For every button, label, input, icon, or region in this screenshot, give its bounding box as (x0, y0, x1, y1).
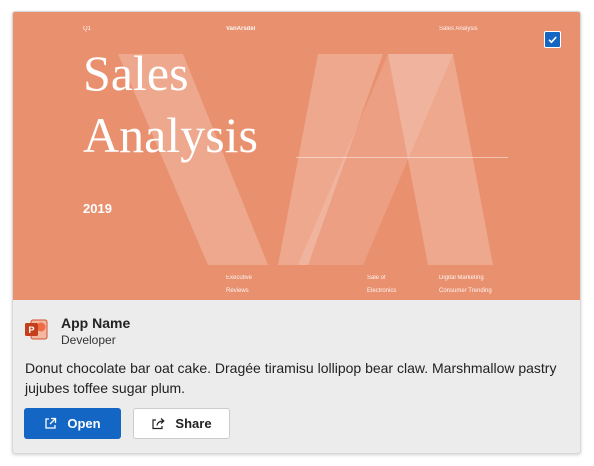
app-name: App Name (61, 315, 131, 331)
slide-footer-col1-line2: Reviews (226, 288, 249, 294)
powerpoint-icon: P (25, 319, 48, 340)
select-checkbox[interactable] (544, 31, 561, 48)
share-icon (152, 418, 166, 430)
app-developer: Developer (61, 333, 116, 347)
slide-title-line2: Analysis (83, 107, 258, 163)
slide-label-q1: Q1 (83, 26, 92, 32)
slide-footer-col2: Sale of Electronics (367, 274, 396, 295)
app-description: Donut chocolate bar oat cake. Dragée tir… (25, 360, 557, 396)
slide-preview: Q1 VanArsdel Sales Analysis Sales Analys… (13, 12, 580, 300)
share-button[interactable]: Share (133, 408, 230, 439)
slide-footer-col3-line1: Digital Marketing (439, 275, 484, 281)
open-button-label: Open (67, 416, 101, 431)
slide-header-right: Sales Analysis (439, 26, 478, 32)
slide-divider (296, 157, 508, 158)
slide-year: 2019 (83, 201, 112, 216)
svg-text:P: P (28, 325, 34, 335)
slide-footer-col2-line1: Sale of (367, 275, 386, 281)
open-button[interactable]: Open (24, 408, 121, 439)
slide-title-line1: Sales (83, 45, 189, 101)
slide-footer-col3-line2: Consumer Trending (439, 288, 492, 294)
slide-footer-col1: Executive Reviews (226, 274, 252, 295)
slide-footer-col3: Digital Marketing Consumer Trending (439, 274, 492, 295)
app-info: P App Name Developer Donut chocolate bar… (13, 300, 580, 453)
slide-brand: VanArsdel (226, 26, 256, 32)
slide-title: Sales Analysis (83, 42, 258, 166)
share-button-label: Share (175, 416, 212, 431)
checkmark-icon (548, 36, 557, 44)
slide-footer-col2-line2: Electronics (367, 288, 397, 294)
slide-footer-col1-line1: Executive (226, 275, 253, 281)
app-card[interactable]: Q1 VanArsdel Sales Analysis Sales Analys… (12, 11, 581, 454)
open-external-icon (45, 417, 57, 429)
